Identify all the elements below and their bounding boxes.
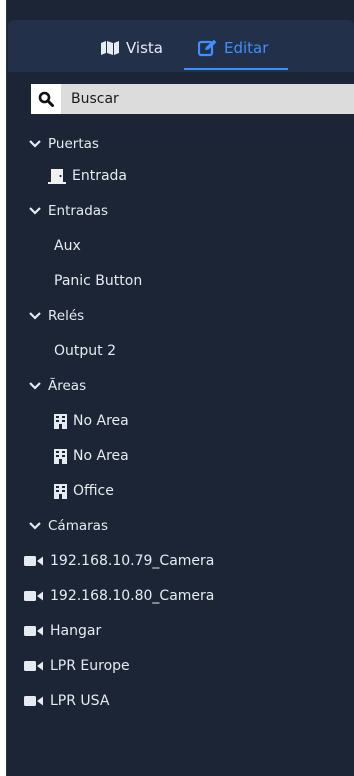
tree-item-label: 192.168.10.80_Camera xyxy=(50,588,215,604)
tree-item-camera[interactable]: 192.168.10.79_Camera xyxy=(24,549,214,573)
tree-item-label: Output 2 xyxy=(54,343,116,359)
tree-item-no-area[interactable]: No Area xyxy=(54,444,129,468)
tree-item-office[interactable]: Office xyxy=(54,479,114,503)
tab-vista-label: Vista xyxy=(126,39,163,57)
tree-group-reles[interactable]: Relés xyxy=(28,304,84,328)
tab-editar[interactable]: Editar xyxy=(198,34,268,62)
tree-group-label: Relés xyxy=(48,308,85,324)
camera-icon xyxy=(24,660,44,672)
active-tab-indicator xyxy=(184,68,288,70)
camera-icon xyxy=(24,590,44,602)
door-icon xyxy=(48,168,66,184)
tree-item-lpr-europe[interactable]: LPR Europe xyxy=(24,654,130,678)
search-input[interactable] xyxy=(61,84,354,114)
tree-item-entrada[interactable]: Entrada xyxy=(48,164,127,188)
tree-group-areas[interactable]: Ãreas xyxy=(28,374,86,398)
tree-item-output-2[interactable]: Output 2 xyxy=(54,339,116,363)
tab-vista[interactable]: Vista xyxy=(100,34,163,62)
chevron-down-icon xyxy=(28,137,42,151)
search-icon[interactable] xyxy=(31,84,61,114)
tree-item-panic-button[interactable]: Panic Button xyxy=(54,269,142,293)
tree-item-label: No Area xyxy=(73,448,129,464)
tree-item-label: Hangar xyxy=(50,623,102,639)
tree-group-camaras[interactable]: Cámaras xyxy=(28,514,108,538)
tree-item-no-area[interactable]: No Area xyxy=(54,409,129,433)
tree-item-camera[interactable]: 192.168.10.80_Camera xyxy=(24,584,214,608)
camera-icon xyxy=(24,625,44,637)
tree-item-label: Panic Button xyxy=(54,273,143,289)
chevron-down-icon xyxy=(28,519,42,533)
tree-item-label: Office xyxy=(73,483,114,499)
camera-icon xyxy=(24,695,44,707)
chevron-down-icon xyxy=(28,309,42,323)
building-icon xyxy=(54,483,67,499)
tree-item-label: 192.168.10.79_Camera xyxy=(50,553,215,569)
map-icon xyxy=(100,40,120,56)
camera-icon xyxy=(24,555,44,567)
mode-tabs: Vista Editar xyxy=(8,20,354,72)
tree-group-label: Cámaras xyxy=(48,518,108,534)
tree-item-label: LPR Europe xyxy=(50,658,130,674)
chevron-down-icon xyxy=(28,204,42,218)
tree-group-label: Ãreas xyxy=(48,378,87,394)
tree-item-label: LPR USA xyxy=(50,693,110,709)
building-icon xyxy=(54,448,67,464)
tree-item-lpr-usa[interactable]: LPR USA xyxy=(24,689,109,713)
tree-item-label: No Area xyxy=(73,413,129,429)
tree-item-hangar[interactable]: Hangar xyxy=(24,619,101,643)
search-box xyxy=(31,84,354,114)
edit-icon xyxy=(198,39,218,57)
tree-group-entradas[interactable]: Entradas xyxy=(28,199,108,223)
tree-group-puertas[interactable]: Puertas xyxy=(28,132,99,156)
tree-group-label: Puertas xyxy=(48,136,99,152)
tree-item-aux[interactable]: Aux xyxy=(54,234,81,258)
tree-group-label: Entradas xyxy=(48,203,109,219)
tree-item-label: Entrada xyxy=(72,168,128,184)
tab-editar-label: Editar xyxy=(224,39,269,57)
chevron-down-icon xyxy=(28,379,42,393)
building-icon xyxy=(54,413,67,429)
tree-item-label: Aux xyxy=(54,238,81,254)
